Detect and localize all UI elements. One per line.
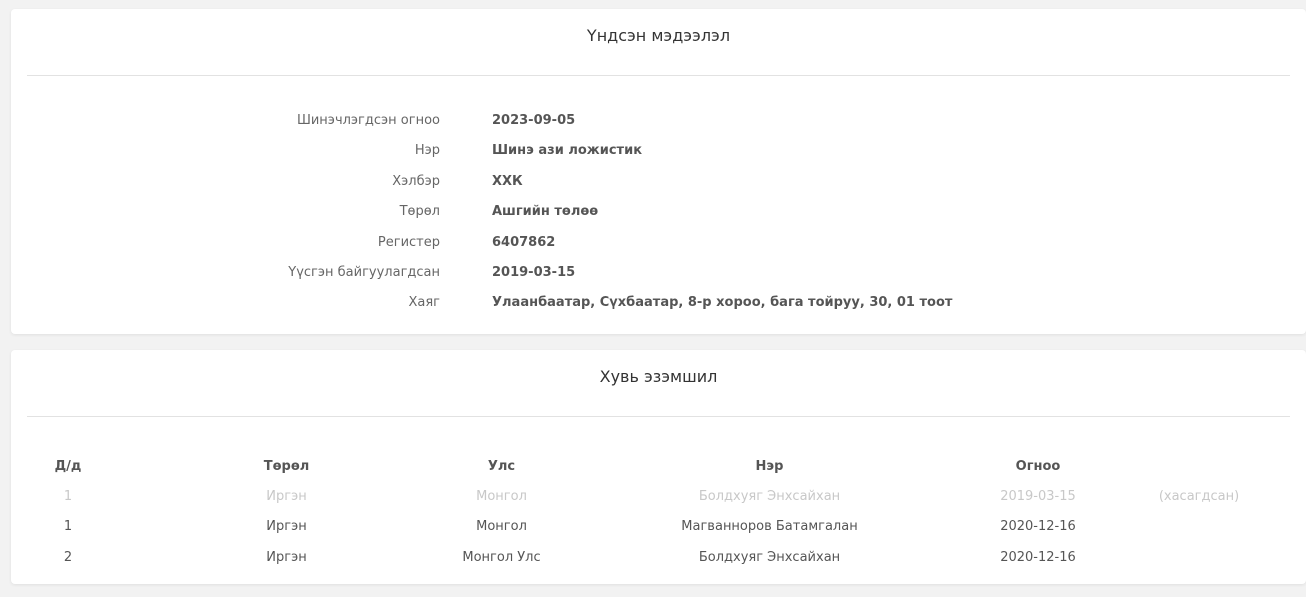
cell-type: Иргэн (266, 488, 307, 504)
info-value: 6407862 (492, 234, 556, 250)
cell-country: Монгол Улс (462, 549, 541, 565)
table-row: 1 Иргэн Монгол Болдхуяг Энхсайхан 2019-0… (11, 481, 1306, 512)
cell-country: Монгол (476, 488, 527, 504)
info-value: 2019-03-15 (492, 264, 576, 280)
info-label: Төрөл (399, 204, 440, 220)
table-row: 1 Иргэн Монгол Магванноров Батамгалан 20… (11, 512, 1306, 543)
cell-name: Болдхуяг Энхсайхан (698, 549, 841, 565)
cell-type: Иргэн (266, 549, 307, 565)
info-label: Хэлбэр (392, 173, 440, 189)
cell-name: Магванноров Батамгалан (681, 519, 858, 535)
info-value: Шинэ ази ложистик (492, 143, 643, 159)
ownership-card: Хувь эзэмшил Д/д Төрөл Улс Нэр Огноо 1 И… (11, 350, 1306, 584)
ownership-divider (27, 416, 1290, 417)
cell-no: 1 (63, 488, 73, 504)
ownership-table: Д/д Төрөл Улс Нэр Огноо 1 Иргэн Монгол Б… (11, 451, 1306, 573)
info-row-register: Регистер 6407862 (11, 233, 1306, 263)
info-value: Ашгийн төлөө (492, 204, 599, 220)
cell-date: 2020-12-16 (1000, 549, 1076, 565)
cell-status (1092, 542, 1306, 573)
column-header-no: Д/д (54, 458, 82, 474)
info-label: Нэр (414, 143, 440, 159)
cell-no: 2 (63, 549, 73, 565)
cell-type: Иргэн (266, 519, 307, 535)
info-row-updated-date: Шинэчлэгдсэн огноо 2023-09-05 (11, 111, 1306, 141)
info-value: ХХК (492, 173, 523, 189)
table-header-row: Д/д Төрөл Улс Нэр Огноо (11, 451, 1306, 481)
info-value: 2023-09-05 (492, 113, 576, 128)
info-label: Регистер (377, 234, 440, 250)
removed-status-badge: (хасагдсан) (1158, 488, 1240, 504)
column-header-country: Улс (487, 458, 516, 474)
basic-info-title: Үндсэн мэдээлэл (586, 26, 731, 45)
info-row-address: Хаяг Улаанбаатар, Сүхбаатар, 8-р хороо, … (11, 293, 1306, 323)
cell-name: Болдхуяг Энхсайхан (698, 488, 841, 504)
column-header-name: Нэр (755, 458, 784, 474)
info-row-type: Төрөл Ашгийн төлөө (11, 202, 1306, 232)
info-row-name: Нэр Шинэ ази ложистик (11, 141, 1306, 171)
info-row-founded: Үүсгэн байгуулагдсан 2019-03-15 (11, 263, 1306, 293)
info-label: Шинэчлэгдсэн огноо (296, 113, 440, 128)
ownership-title: Хувь эзэмшил (599, 367, 718, 386)
cell-no: 1 (63, 519, 73, 535)
column-header-date: Огноо (1015, 458, 1061, 474)
cell-status (1092, 512, 1306, 543)
table-row: 2 Иргэн Монгол Улс Болдхуяг Энхсайхан 20… (11, 542, 1306, 573)
basic-info-divider (27, 75, 1290, 76)
cell-date: 2020-12-16 (1000, 519, 1076, 535)
basic-info-card: Үндсэн мэдээлэл Шинэчлэгдсэн огноо 2023-… (11, 9, 1306, 334)
info-value: Улаанбаатар, Сүхбаатар, 8-р хороо, бага … (492, 295, 953, 311)
info-label: Үүсгэн байгуулагдсан (288, 264, 440, 280)
info-label: Хаяг (408, 295, 440, 311)
cell-date: 2019-03-15 (1000, 488, 1076, 504)
info-row-form: Хэлбэр ХХК (11, 172, 1306, 202)
cell-country: Монгол (476, 519, 527, 535)
column-header-status (1092, 451, 1306, 481)
column-header-type: Төрөл (263, 458, 310, 474)
basic-info-list: Шинэчлэгдсэн огноо 2023-09-05 Нэр Шинэ а… (11, 111, 1306, 324)
